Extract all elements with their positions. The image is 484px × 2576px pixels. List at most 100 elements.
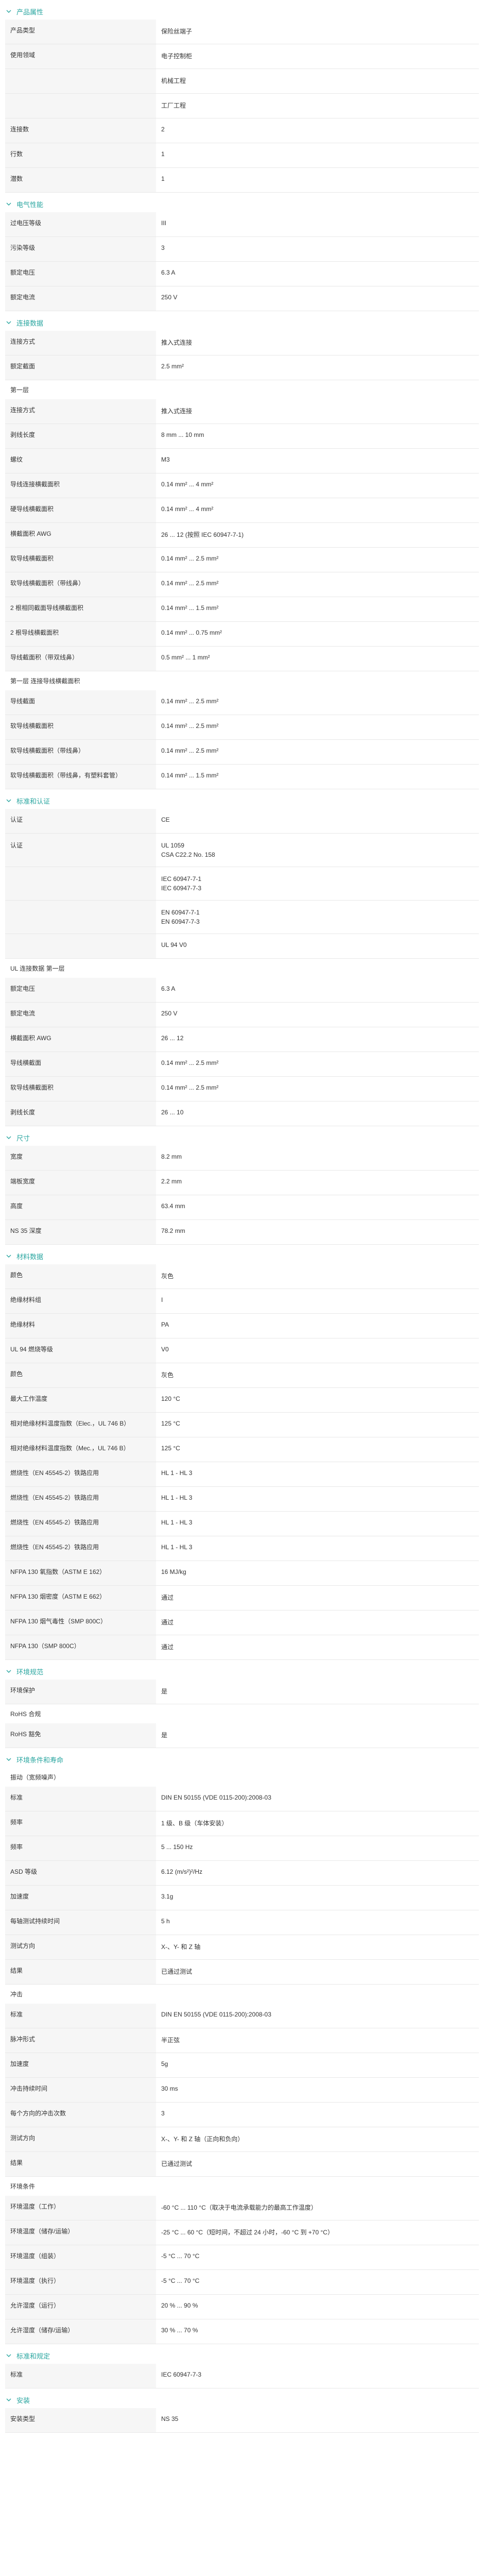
spec-value-line: 已通过测试	[161, 1968, 193, 1975]
spec-value-line: 6.3 A	[161, 985, 176, 992]
spec-value-line: 5 h	[161, 1918, 170, 1925]
section-header[interactable]: 安装	[0, 2392, 484, 2408]
spec-value: 0.14 mm² ... 2.5 mm²	[156, 572, 479, 597]
subsection-title: 环境条件	[10, 2183, 36, 2190]
spec-value-line: 通过	[161, 1619, 174, 1626]
spec-label: 额定截面	[5, 355, 156, 380]
subsection-title: 第一层 连接导线横截面积	[10, 677, 80, 685]
spec-label: 频率	[5, 1811, 156, 1836]
spec-row: 每轴测试持续时间 5 h	[5, 1910, 479, 1935]
section-body: 产品类型 保险丝端子 使用领域 电子控制柜 机械工程 工厂工程 连接数 2 行数 1 潜数 1	[0, 20, 484, 193]
spec-value-line: 0.14 mm² ... 2.5 mm²	[161, 580, 219, 587]
spec-row: 颜色 灰色	[5, 1363, 479, 1388]
spec-value: 灰色	[156, 1363, 479, 1387]
spec-label: ASD 等级	[5, 1861, 156, 1885]
spec-row: 工厂工程	[5, 94, 479, 118]
spec-label: 环境温度（组装）	[5, 2245, 156, 2269]
spec-row: 机械工程	[5, 69, 479, 94]
spec-value: 灰色	[156, 1264, 479, 1289]
spec-row: 横截面积 AWG 26 ... 12 (按照 IEC 60947-7-1)	[5, 523, 479, 548]
spec-label: 使用领域	[5, 44, 156, 69]
spec-row: 燃烧性（EN 45545-2）铁路应用 HL 1 - HL 3	[5, 1536, 479, 1561]
spec-value-line: PA	[161, 1321, 169, 1328]
spec-value: III	[156, 212, 479, 236]
chevron-down-icon	[5, 1134, 12, 1141]
spec-value-line: 26 ... 12	[161, 1035, 184, 1042]
spec-value: X-、Y- 和 Z 轴（正向和负向）	[156, 2127, 479, 2151]
spec-label: RoHS 豁免	[5, 1723, 156, 1748]
spec-label: 横截面积 AWG	[5, 523, 156, 547]
spec-value: 125 °C	[156, 1437, 479, 1462]
section-body: 振动（宽频噪声） 标准 DIN EN 50155 (VDE 0115-200):20…	[0, 1768, 484, 1985]
section-header[interactable]: 标准和规定	[0, 2347, 484, 2364]
spec-value-line: I	[161, 1296, 163, 1303]
spec-value: 推入式连接	[156, 331, 479, 355]
spec-label: 导线截面积（带双线鼻）	[5, 647, 156, 671]
spec-page: 产品属性产品类型 保险丝端子 使用领域 电子控制柜 机械工程 工厂工程 连接数 2 行数 1 潜数 1…	[0, 3, 484, 2433]
spec-value: HL 1 - HL 3	[156, 1487, 479, 1511]
spec-row: 允许湿度（储存/运输） 30 % ... 70 %	[5, 2319, 479, 2344]
spec-value-line: 30 ms	[161, 2085, 178, 2092]
spec-value: 0.14 mm² ... 4 mm²	[156, 473, 479, 498]
spec-label: 测试方向	[5, 1935, 156, 1959]
spec-value-line: 250 V	[161, 294, 178, 301]
section-header[interactable]: 连接数据	[0, 314, 484, 331]
section-title: 产品属性	[16, 8, 44, 16]
section-header[interactable]: 环境条件和寿命	[0, 1751, 484, 1768]
spec-value: X-、Y- 和 Z 轴	[156, 1935, 479, 1959]
spec-value-line: 已通过测试	[161, 2160, 193, 2167]
spec-label: 产品类型	[5, 20, 156, 44]
spec-label: 环境保护	[5, 1680, 156, 1704]
spec-label: 允许湿度（运行）	[5, 2295, 156, 2319]
spec-value: 6.3 A	[156, 978, 479, 1002]
spec-value: EN 60947-7-1 EN 60947-7-3	[156, 901, 479, 934]
spec-label: 软导线横截面积（带线鼻，有塑料套管）	[5, 765, 156, 789]
spec-value: 2	[156, 118, 479, 143]
spec-label: 绝缘材料组	[5, 1289, 156, 1313]
spec-value: 120 °C	[156, 1388, 479, 1412]
spec-value: IEC 60947-7-1 IEC 60947-7-3	[156, 867, 479, 900]
section-header[interactable]: 产品属性	[0, 3, 484, 20]
spec-label: NFPA 130 氧指数（ASTM E 162）	[5, 1561, 156, 1585]
spec-row: 宽度 8.2 mm	[5, 1146, 479, 1171]
spec-value: 3	[156, 2103, 479, 2127]
spec-label: 颜色	[5, 1363, 156, 1387]
spec-value-line: 0.14 mm² ... 2.5 mm²	[161, 747, 219, 754]
subsection-title: 冲击	[10, 1991, 23, 1998]
section-header[interactable]: 标准和认证	[0, 792, 484, 809]
spec-value-line: 推入式连接	[161, 339, 193, 346]
spec-label: 过电压等级	[5, 212, 156, 236]
spec-label: 冲击持续时间	[5, 2078, 156, 2102]
spec-row: 软导线横截面积（带线鼻） 0.14 mm² ... 2.5 mm²	[5, 740, 479, 765]
spec-value: -5 °C ... 70 °C	[156, 2270, 479, 2294]
spec-row: 加速度 3.1g	[5, 1886, 479, 1910]
spec-value: CE	[156, 809, 479, 833]
subsection-title: 第一层	[10, 386, 29, 394]
spec-label: 2 根导线横截面积	[5, 622, 156, 646]
spec-row: UL 94 燃烧等级 V0	[5, 1338, 479, 1363]
spec-label: 连接方式	[5, 331, 156, 355]
section-body: 认证 CE 认证 UL 1059 CSA C22.2 No. 158 IEC 60947-…	[0, 809, 484, 959]
spec-value: -25 °C ... 60 °C（短时间，不超过 24 小时，-60 °C 到 …	[156, 2221, 479, 2245]
spec-value: 5 ... 150 Hz	[156, 1836, 479, 1860]
section-header[interactable]: 材料数据	[0, 1248, 484, 1264]
spec-label: 额定电压	[5, 262, 156, 286]
spec-value-line: 半正弦	[161, 2037, 180, 2044]
spec-value-line: 26 ... 10	[161, 1109, 184, 1116]
spec-row: 加速度 5g	[5, 2053, 479, 2078]
spec-value: 5g	[156, 2053, 479, 2077]
spec-value: 5 h	[156, 1910, 479, 1935]
spec-value: 0.14 mm² ... 2.5 mm²	[156, 1052, 479, 1076]
section-header[interactable]: 电气性能	[0, 196, 484, 212]
section-body: 环境保护是	[0, 1680, 484, 1704]
spec-value-line: 120 °C	[161, 1395, 180, 1402]
spec-value-line: EN 60947-7-3	[161, 918, 200, 925]
spec-value-line: X-、Y- 和 Z 轴	[161, 1943, 201, 1951]
section-header[interactable]: 环境规范	[0, 1663, 484, 1680]
spec-value-line: -5 °C ... 70 °C	[161, 2252, 200, 2260]
spec-label: 颜色	[5, 1264, 156, 1289]
spec-value: 0.14 mm² ... 1.5 mm²	[156, 765, 479, 789]
section-header[interactable]: 尺寸	[0, 1129, 484, 1146]
spec-value: 通过	[156, 1635, 479, 1659]
spec-row: 环境保护是	[5, 1680, 479, 1704]
